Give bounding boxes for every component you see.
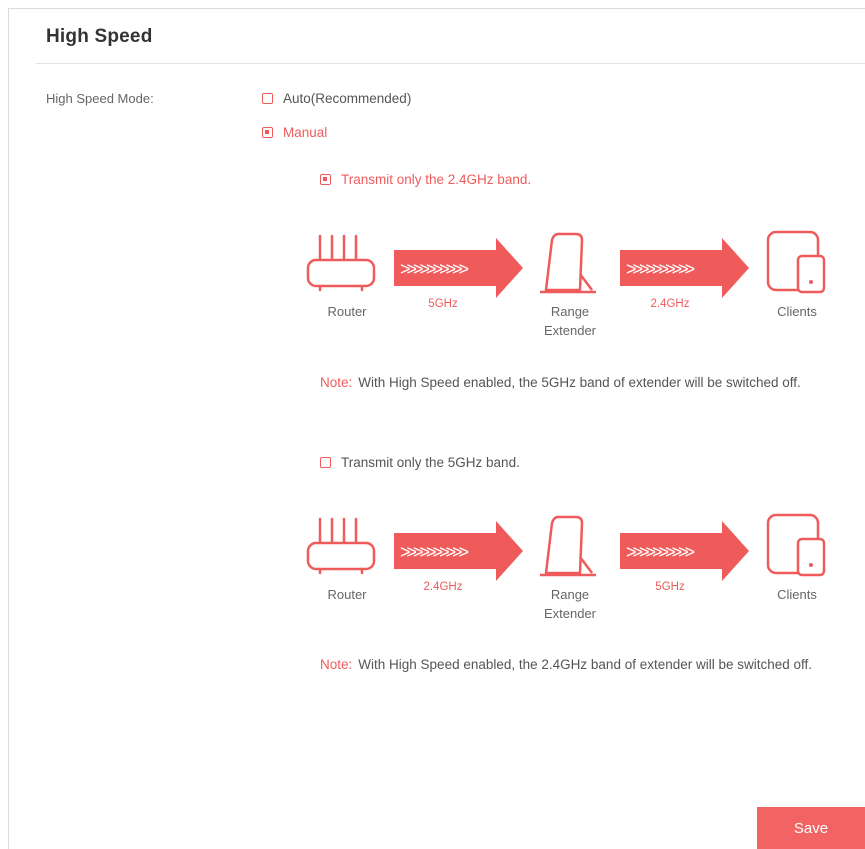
band-5ghz-radio-button[interactable] [320, 457, 331, 468]
manual-radio-label: Manual [283, 125, 328, 140]
range-extender-label-line2: Extender [543, 323, 597, 338]
band-5ghz-option[interactable]: Transmit only the 5GHz band. [320, 455, 520, 470]
manual-radio-button[interactable] [262, 127, 273, 138]
range-extender-label-line1: Range [550, 304, 590, 319]
clients-label: Clients [777, 304, 817, 319]
svg-text:>>>>>>>>>>: >>>>>>>>>> [400, 259, 469, 279]
svg-text:>>>>>>>>>>: >>>>>>>>>> [626, 542, 695, 562]
arrow-icon: >>>>>>>>>> [394, 238, 523, 298]
manual-radio-option[interactable]: Manual [262, 125, 327, 140]
clients-icon [766, 230, 826, 294]
link1-band-label: 5GHz [428, 298, 458, 310]
svg-text:>>>>>>>>>>: >>>>>>>>>> [626, 259, 695, 279]
high-speed-mode-label: High Speed Mode: [46, 91, 154, 106]
settings-panel [8, 8, 865, 849]
band-5ghz-diagram-graphic: >>>>>>>>>> >>>>>>>>>> [306, 513, 826, 581]
auto-radio-option[interactable]: Auto(Recommended) [262, 91, 411, 106]
note-tag: Note: [320, 657, 353, 672]
band-24ghz-label: Transmit only the 2.4GHz band. [341, 172, 532, 187]
auto-radio-label: Auto(Recommended) [283, 91, 412, 106]
note-text: With High Speed enabled, the 2.4GHz band… [358, 657, 813, 672]
range-extender-label-line1: Range [550, 587, 590, 602]
router-label: Router [327, 304, 367, 319]
title-divider [36, 63, 865, 64]
note-text: With High Speed enabled, the 5GHz band o… [358, 375, 801, 390]
clients-label: Clients [777, 587, 817, 602]
page-title: High Speed [46, 26, 153, 47]
band-24ghz-diagram-graphic: >>>>>>>>>> >>>>>>>>>> [306, 230, 826, 298]
clients-icon [766, 513, 826, 577]
link2-band-label: 2.4GHz [650, 298, 690, 310]
range-extender-label: Range Extender [530, 585, 610, 623]
range-extender-label-line2: Extender [543, 606, 597, 621]
router-icon [306, 234, 376, 292]
router-label: Router [327, 587, 367, 602]
auto-radio-button[interactable] [262, 93, 273, 104]
band-24ghz-note: Note: With High Speed enabled, the 5GHz b… [320, 370, 840, 395]
note-tag: Note: [320, 375, 353, 390]
link1-band-label: 2.4GHz [423, 581, 463, 593]
arrow-icon: >>>>>>>>>> [394, 521, 523, 581]
band-24ghz-option[interactable]: Transmit only the 2.4GHz band. [320, 172, 531, 187]
save-button[interactable]: Save [757, 807, 865, 849]
svg-text:>>>>>>>>>>: >>>>>>>>>> [400, 542, 469, 562]
band-5ghz-diagram: >>>>>>>>>> >>>>>>>>>> Router 2.4GHz Rang… [300, 511, 840, 631]
range-extender-icon [540, 515, 596, 577]
range-extender-label: Range Extender [530, 302, 610, 340]
band-24ghz-radio-button[interactable] [320, 174, 331, 185]
band-5ghz-label: Transmit only the 5GHz band. [341, 455, 520, 470]
band-5ghz-note: Note: With High Speed enabled, the 2.4GHz… [320, 652, 840, 677]
range-extender-icon [540, 232, 596, 294]
link2-band-label: 5GHz [655, 581, 685, 593]
arrow-icon: >>>>>>>>>> [620, 238, 749, 298]
arrow-icon: >>>>>>>>>> [620, 521, 749, 581]
router-icon [306, 517, 376, 575]
band-24ghz-diagram: >>>>>>>>>> >>>>>>>>>> Router 5GHz Range … [300, 228, 840, 348]
